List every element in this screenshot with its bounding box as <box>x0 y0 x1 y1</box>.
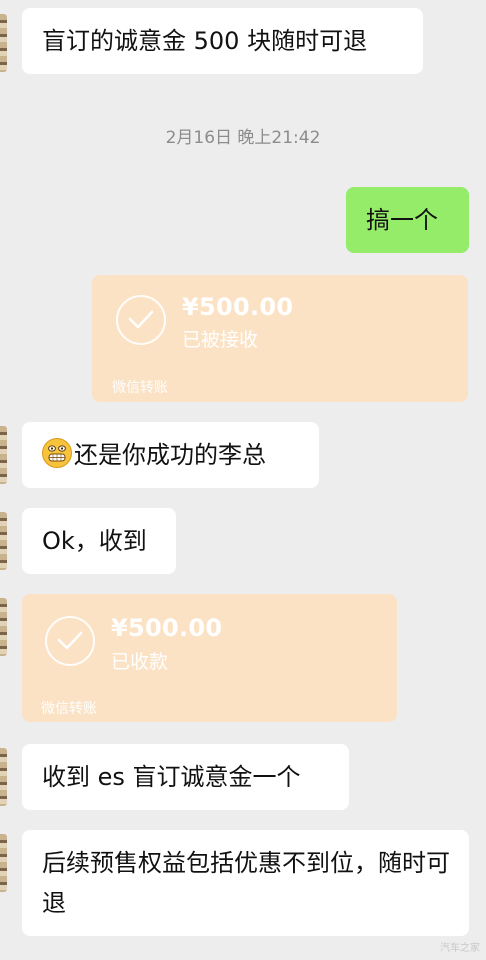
message-text: Ok，收到 <box>42 527 147 555</box>
transfer-amount: ¥500.00 <box>111 614 223 642</box>
transfer-status: 已收款 <box>111 651 169 673</box>
transfer-label: 微信转账 <box>112 380 168 396</box>
message-bubble[interactable]: 收到 es 盲订诚意金一个 <box>22 744 349 810</box>
check-circle-icon <box>45 616 95 666</box>
message-text: 盲订的诚意金 500 块随时可退 <box>42 27 368 55</box>
transfer-label: 微信转账 <box>41 701 97 717</box>
avatar[interactable] <box>0 834 7 892</box>
message-bubble[interactable]: 后续预售权益包括优惠不到位，随时可退 <box>22 830 469 936</box>
avatar[interactable] <box>0 512 7 570</box>
message-text: 搞一个 <box>366 206 438 234</box>
avatar[interactable] <box>0 14 7 72</box>
avatar[interactable] <box>0 426 7 484</box>
transfer-card[interactable]: ¥500.00 已收款 微信转账 <box>22 594 397 722</box>
transfer-card[interactable]: ¥500.00 已被接收 微信转账 <box>92 275 468 402</box>
message-text: 收到 es 盲订诚意金一个 <box>42 763 301 791</box>
my-message-bubble[interactable]: 搞一个 <box>346 187 469 253</box>
transfer-amount: ¥500.00 <box>182 293 294 321</box>
message-bubble[interactable]: Ok，收到 <box>22 508 176 574</box>
timestamp: 2月16日 晚上21:42 <box>165 128 321 148</box>
transfer-status: 已被接收 <box>182 329 259 351</box>
message-bubble[interactable]: 还是你成功的李总 <box>22 422 319 488</box>
grinning-emoji-icon <box>42 438 72 468</box>
message-text: 还是你成功的李总 <box>74 441 266 469</box>
message-text: 后续预售权益包括优惠不到位，随时可退 <box>42 849 450 917</box>
avatar[interactable] <box>0 748 7 806</box>
message-bubble[interactable]: 盲订的诚意金 500 块随时可退 <box>22 8 423 74</box>
check-circle-icon <box>116 295 166 345</box>
avatar[interactable] <box>0 598 7 656</box>
watermark: 汽车之家 <box>440 943 480 954</box>
